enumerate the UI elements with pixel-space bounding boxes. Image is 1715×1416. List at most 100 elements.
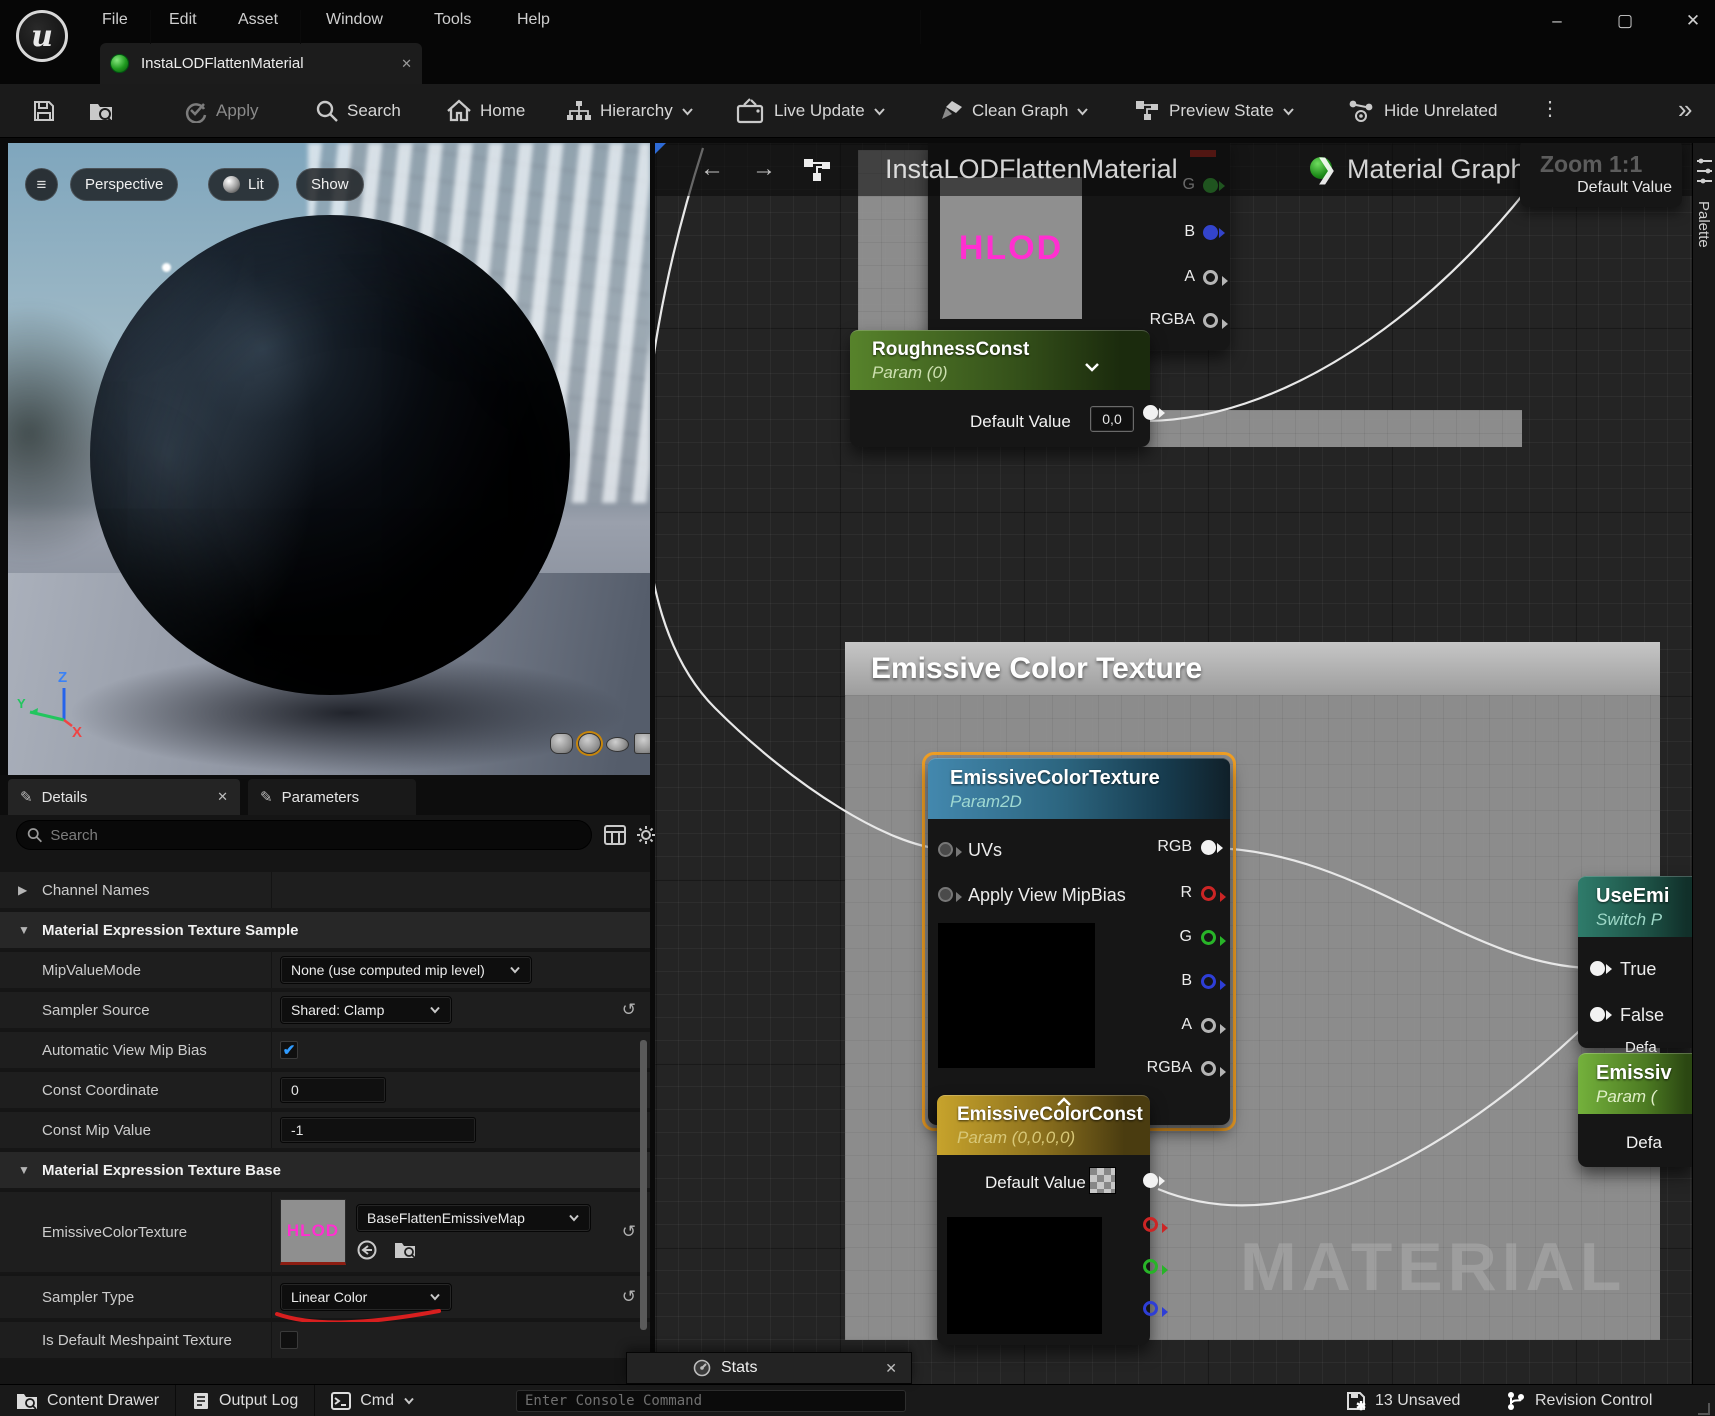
pin-g-output[interactable] bbox=[1143, 1259, 1158, 1274]
menu-tools[interactable]: Tools bbox=[428, 0, 477, 40]
asset-tab[interactable]: InstaLODFlattenMaterial ✕ bbox=[100, 43, 422, 84]
row-channel-names[interactable]: ▶ Channel Names bbox=[0, 872, 650, 910]
node-use-emissive-switch[interactable]: UseEmi Switch P True False bbox=[1578, 876, 1692, 1048]
details-search[interactable] bbox=[16, 820, 592, 850]
menu-edit[interactable]: Edit bbox=[163, 0, 203, 40]
pin-apply-view-mipbias-input[interactable] bbox=[938, 887, 953, 902]
pin-false-input[interactable] bbox=[1590, 1007, 1605, 1022]
texture-asset-dropdown[interactable]: BaseFlattenEmissiveMap bbox=[356, 1204, 591, 1232]
tab-details[interactable]: ✎ Details ✕ bbox=[8, 779, 240, 815]
asset-tab-close-icon[interactable]: ✕ bbox=[401, 56, 412, 72]
hide-unrelated-button[interactable]: Hide Unrelated bbox=[1348, 84, 1497, 138]
pin-r-output[interactable] bbox=[1143, 1217, 1158, 1232]
content-drawer-button[interactable]: Content Drawer bbox=[0, 1385, 175, 1416]
use-selected-asset-icon[interactable] bbox=[356, 1240, 378, 1260]
pin-rgba-output[interactable] bbox=[1203, 313, 1218, 328]
breadcrumb-current[interactable]: Material Graph bbox=[1347, 154, 1526, 185]
palette-drawer-tab[interactable]: Palette bbox=[1692, 143, 1715, 1384]
maximize-button[interactable]: ▢ bbox=[1608, 6, 1642, 36]
stats-panel[interactable]: Stats ✕ bbox=[626, 1352, 912, 1384]
mipvaluemode-dropdown[interactable]: None (use computed mip level) bbox=[280, 956, 532, 984]
reset-to-default-icon[interactable]: ↺ bbox=[622, 1222, 636, 1242]
category-texture-sample[interactable]: ▼ Material Expression Texture Sample bbox=[0, 912, 650, 950]
preview-shape-sphere-button[interactable] bbox=[578, 733, 601, 754]
expander-icon[interactable]: ▼ bbox=[18, 1163, 30, 1177]
menu-asset[interactable]: Asset bbox=[232, 0, 284, 40]
roughness-default-value-input[interactable]: 0,0 bbox=[1090, 406, 1134, 432]
comment-header-emissive[interactable]: Emissive Color Texture bbox=[845, 642, 1660, 695]
live-update-button[interactable]: Live Update bbox=[736, 84, 886, 138]
resize-grip[interactable] bbox=[1698, 1403, 1710, 1415]
details-scrollbar[interactable] bbox=[640, 1040, 647, 1330]
cmd-selector[interactable]: Cmd bbox=[315, 1385, 431, 1416]
search-input[interactable] bbox=[50, 827, 581, 844]
hierarchy-button[interactable]: Hierarchy bbox=[566, 84, 694, 138]
pin-g-output[interactable] bbox=[1201, 930, 1216, 945]
node-emissive-color-const[interactable]: EmissiveColorConst Param (0,0,0,0) Defau… bbox=[937, 1095, 1150, 1345]
menu-help[interactable]: Help bbox=[511, 0, 556, 40]
home-button[interactable]: Home bbox=[446, 84, 525, 138]
automatic-view-mip-bias-checkbox[interactable]: ✔ bbox=[280, 1041, 298, 1059]
pin-b-output[interactable] bbox=[1201, 974, 1216, 989]
pin-true-input[interactable] bbox=[1590, 961, 1605, 976]
tab-parameters[interactable]: ✎ Parameters bbox=[248, 779, 416, 815]
details-tab-close-icon[interactable]: ✕ bbox=[217, 789, 228, 805]
pin-b-output[interactable] bbox=[1203, 225, 1218, 240]
pin-uvs-input[interactable] bbox=[938, 842, 953, 857]
is-default-meshpaint-checkbox[interactable] bbox=[280, 1331, 298, 1349]
browse-to-asset-icon[interactable] bbox=[394, 1240, 418, 1260]
lit-mode-button[interactable]: Lit bbox=[208, 168, 279, 201]
roughness-output-pin[interactable] bbox=[1143, 405, 1158, 420]
expander-icon[interactable]: ▼ bbox=[18, 923, 30, 937]
node-emissive-color-texture[interactable]: EmissiveColorTexture Param2D UVs Apply V… bbox=[928, 758, 1230, 1125]
toolbar-overflow-button[interactable]: » bbox=[1678, 94, 1692, 125]
browse-to-asset-button[interactable] bbox=[88, 84, 116, 138]
reset-to-default-icon[interactable]: ↺ bbox=[622, 1287, 636, 1307]
revision-control-button[interactable]: Revision Control bbox=[1490, 1385, 1668, 1416]
clean-graph-button[interactable]: Clean Graph bbox=[938, 84, 1089, 138]
sampler-type-dropdown[interactable]: Linear Color bbox=[280, 1283, 452, 1311]
category-texture-base[interactable]: ▼ Material Expression Texture Base bbox=[0, 1152, 650, 1190]
const-coordinate-input[interactable]: 0 bbox=[280, 1077, 386, 1103]
preview-state-button[interactable]: Preview State bbox=[1135, 84, 1295, 138]
console-command-input[interactable] bbox=[516, 1390, 906, 1412]
node-emissive-right[interactable]: Emissiv Param ( Defa bbox=[1578, 1053, 1692, 1167]
save-button[interactable] bbox=[32, 84, 56, 138]
const-default-output-pin[interactable] bbox=[1143, 1173, 1158, 1188]
preview-shape-cube-button[interactable] bbox=[634, 733, 650, 754]
minimize-button[interactable]: – bbox=[1540, 6, 1574, 36]
breadcrumb-asset[interactable]: InstaLODFlattenMaterial bbox=[885, 154, 1178, 185]
pin-r-output[interactable] bbox=[1201, 886, 1216, 901]
viewport-menu-button[interactable]: ≡ bbox=[25, 168, 58, 201]
material-graph-canvas[interactable]: Emissive Color Texture MATERIAL HLOD G B… bbox=[655, 143, 1715, 1384]
const-mip-value-input[interactable]: -1 bbox=[280, 1117, 476, 1143]
preview-shape-plane-button[interactable] bbox=[606, 737, 629, 752]
pin-rgba-output[interactable] bbox=[1201, 1061, 1216, 1076]
collapse-chevron-icon[interactable] bbox=[1056, 1097, 1072, 1107]
toolbar-kebab-menu[interactable]: ⋮ bbox=[1540, 96, 1560, 121]
graph-back-button[interactable]: ← bbox=[700, 155, 724, 183]
output-log-button[interactable]: Output Log bbox=[176, 1385, 314, 1416]
node-roughness-const[interactable]: RoughnessConst Param (0) Default Value 0… bbox=[850, 330, 1150, 447]
unsaved-indicator[interactable]: ✱ 13 Unsaved bbox=[1330, 1385, 1476, 1416]
texture-thumbnail[interactable]: HLOD bbox=[280, 1199, 346, 1265]
collapse-chevron-icon[interactable] bbox=[1084, 362, 1100, 372]
reset-to-default-icon[interactable]: ↺ bbox=[622, 1000, 636, 1020]
pin-a-output[interactable] bbox=[1201, 1018, 1216, 1033]
menu-window[interactable]: Window bbox=[320, 0, 389, 40]
pin-a-output[interactable] bbox=[1203, 270, 1218, 285]
gear-icon[interactable] bbox=[636, 825, 656, 845]
perspective-button[interactable]: Perspective bbox=[70, 168, 178, 201]
stats-close-icon[interactable]: ✕ bbox=[885, 1360, 897, 1377]
display-filter-icon[interactable] bbox=[604, 825, 626, 845]
color-swatch-checker[interactable] bbox=[1089, 1167, 1116, 1194]
pin-rgb-output[interactable] bbox=[1201, 840, 1216, 855]
show-button[interactable]: Show bbox=[296, 168, 364, 201]
menu-file[interactable]: File bbox=[96, 0, 134, 40]
pin-b-output[interactable] bbox=[1143, 1301, 1158, 1316]
preview-shape-cylinder-button[interactable] bbox=[550, 733, 573, 754]
sampler-source-dropdown[interactable]: Shared: Clamp bbox=[280, 996, 452, 1024]
graph-forward-button[interactable]: → bbox=[752, 155, 776, 183]
material-preview-viewport[interactable]: ≡ Perspective Lit Show Z Y X bbox=[8, 143, 650, 775]
search-button[interactable]: Search bbox=[315, 84, 401, 138]
